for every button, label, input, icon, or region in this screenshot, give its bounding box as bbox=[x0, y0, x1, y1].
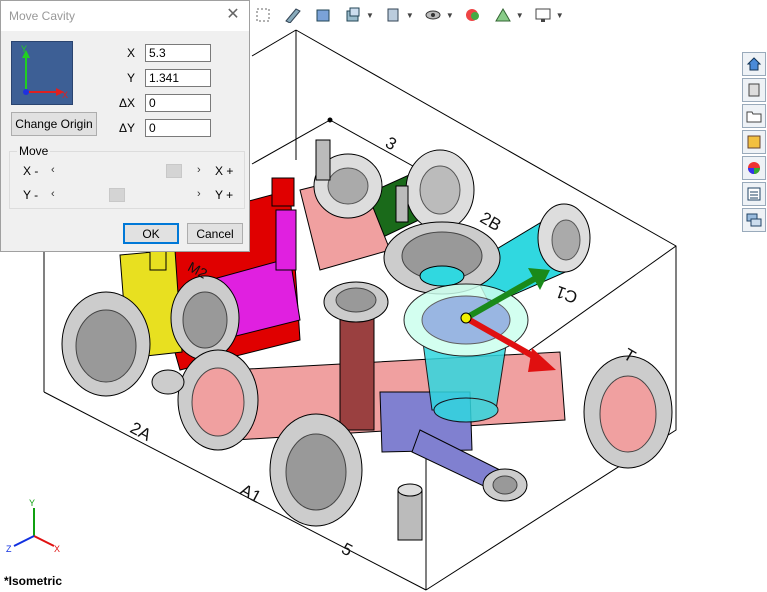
design-library-icon[interactable] bbox=[742, 78, 766, 102]
svg-text:Y: Y bbox=[21, 44, 27, 54]
file-explorer-icon[interactable] bbox=[742, 104, 766, 128]
appearances-icon[interactable] bbox=[742, 156, 766, 180]
forum-icon[interactable] bbox=[742, 208, 766, 232]
edit-appearance-icon[interactable] bbox=[420, 4, 446, 26]
y-label: Y bbox=[126, 71, 135, 85]
custom-properties-icon[interactable] bbox=[742, 182, 766, 206]
chevron-down-icon[interactable]: ▼ bbox=[406, 11, 414, 20]
delta-y-label: ΔY bbox=[118, 121, 135, 135]
port-a1 bbox=[269, 413, 363, 527]
apply-scene-icon[interactable] bbox=[460, 4, 486, 26]
delta-x-label: ΔX bbox=[118, 96, 135, 110]
x-label: X bbox=[126, 46, 135, 60]
port-m2 bbox=[170, 275, 240, 361]
close-icon[interactable]: ✕ bbox=[225, 7, 241, 23]
slider-left-arrow-icon[interactable]: ‹ bbox=[51, 164, 55, 176]
svg-text:X: X bbox=[62, 90, 68, 100]
delta-x-field[interactable] bbox=[145, 94, 211, 112]
ok-button[interactable]: OK bbox=[123, 223, 179, 244]
y-field[interactable] bbox=[145, 69, 211, 87]
hide-show-items-icon[interactable] bbox=[380, 4, 406, 26]
dialog-title: Move Cavity bbox=[9, 9, 76, 23]
port-left-front bbox=[61, 291, 151, 397]
x-plus-label: X + bbox=[215, 164, 234, 178]
view-orientation-icon[interactable] bbox=[310, 4, 336, 26]
port-2b bbox=[383, 221, 501, 295]
cancel-button[interactable]: Cancel bbox=[187, 223, 243, 244]
view-orientation-label: *Isometric bbox=[4, 574, 63, 588]
slider-right-arrow-icon[interactable]: › bbox=[197, 188, 201, 200]
svg-text:Y: Y bbox=[29, 498, 35, 508]
view-palette-icon[interactable] bbox=[742, 130, 766, 154]
y-slider-thumb[interactable] bbox=[109, 188, 125, 202]
x-move-slider[interactable] bbox=[63, 164, 193, 178]
task-pane-tabs bbox=[742, 52, 766, 232]
x-minus-label: X - bbox=[23, 164, 39, 178]
home-icon[interactable] bbox=[742, 52, 766, 76]
move-group-box bbox=[9, 151, 245, 209]
port-2a bbox=[177, 349, 259, 451]
chevron-down-icon[interactable]: ▼ bbox=[366, 11, 374, 20]
y-minus-label: Y - bbox=[23, 188, 39, 202]
view-triad-icon: Y X Z bbox=[6, 498, 60, 554]
move-cavity-dialog: Move Cavity ✕ X Y X Y ΔX ΔY Change Origi… bbox=[0, 0, 250, 252]
monitor-icon[interactable] bbox=[530, 4, 556, 26]
x-field[interactable] bbox=[145, 44, 211, 62]
heads-up-toolbar: ▼ ▼ ▼ ▼ ▼ bbox=[250, 2, 566, 28]
chevron-down-icon[interactable]: ▼ bbox=[516, 11, 524, 20]
x-slider-thumb[interactable] bbox=[166, 164, 182, 178]
display-style-icon[interactable] bbox=[340, 4, 366, 26]
view-settings-icon[interactable] bbox=[490, 4, 516, 26]
zoom-to-fit-icon[interactable] bbox=[250, 4, 276, 26]
svg-text:X: X bbox=[54, 544, 60, 554]
section-view-icon[interactable] bbox=[280, 4, 306, 26]
port-t bbox=[583, 355, 673, 469]
chevron-down-icon[interactable]: ▼ bbox=[556, 11, 564, 20]
svg-text:Z: Z bbox=[6, 544, 12, 554]
y-plus-label: Y + bbox=[215, 188, 234, 202]
y-move-slider[interactable] bbox=[63, 188, 193, 202]
dialog-title-bar[interactable]: Move Cavity bbox=[1, 1, 249, 31]
move-group-label: Move bbox=[17, 144, 51, 158]
delta-y-field[interactable] bbox=[145, 119, 211, 137]
slider-right-arrow-icon[interactable]: › bbox=[197, 164, 201, 176]
change-origin-button[interactable]: Change Origin bbox=[11, 112, 97, 136]
axis-triad-icon: X Y bbox=[11, 41, 73, 105]
chevron-down-icon[interactable]: ▼ bbox=[446, 11, 454, 20]
slider-left-arrow-icon[interactable]: ‹ bbox=[51, 188, 55, 200]
